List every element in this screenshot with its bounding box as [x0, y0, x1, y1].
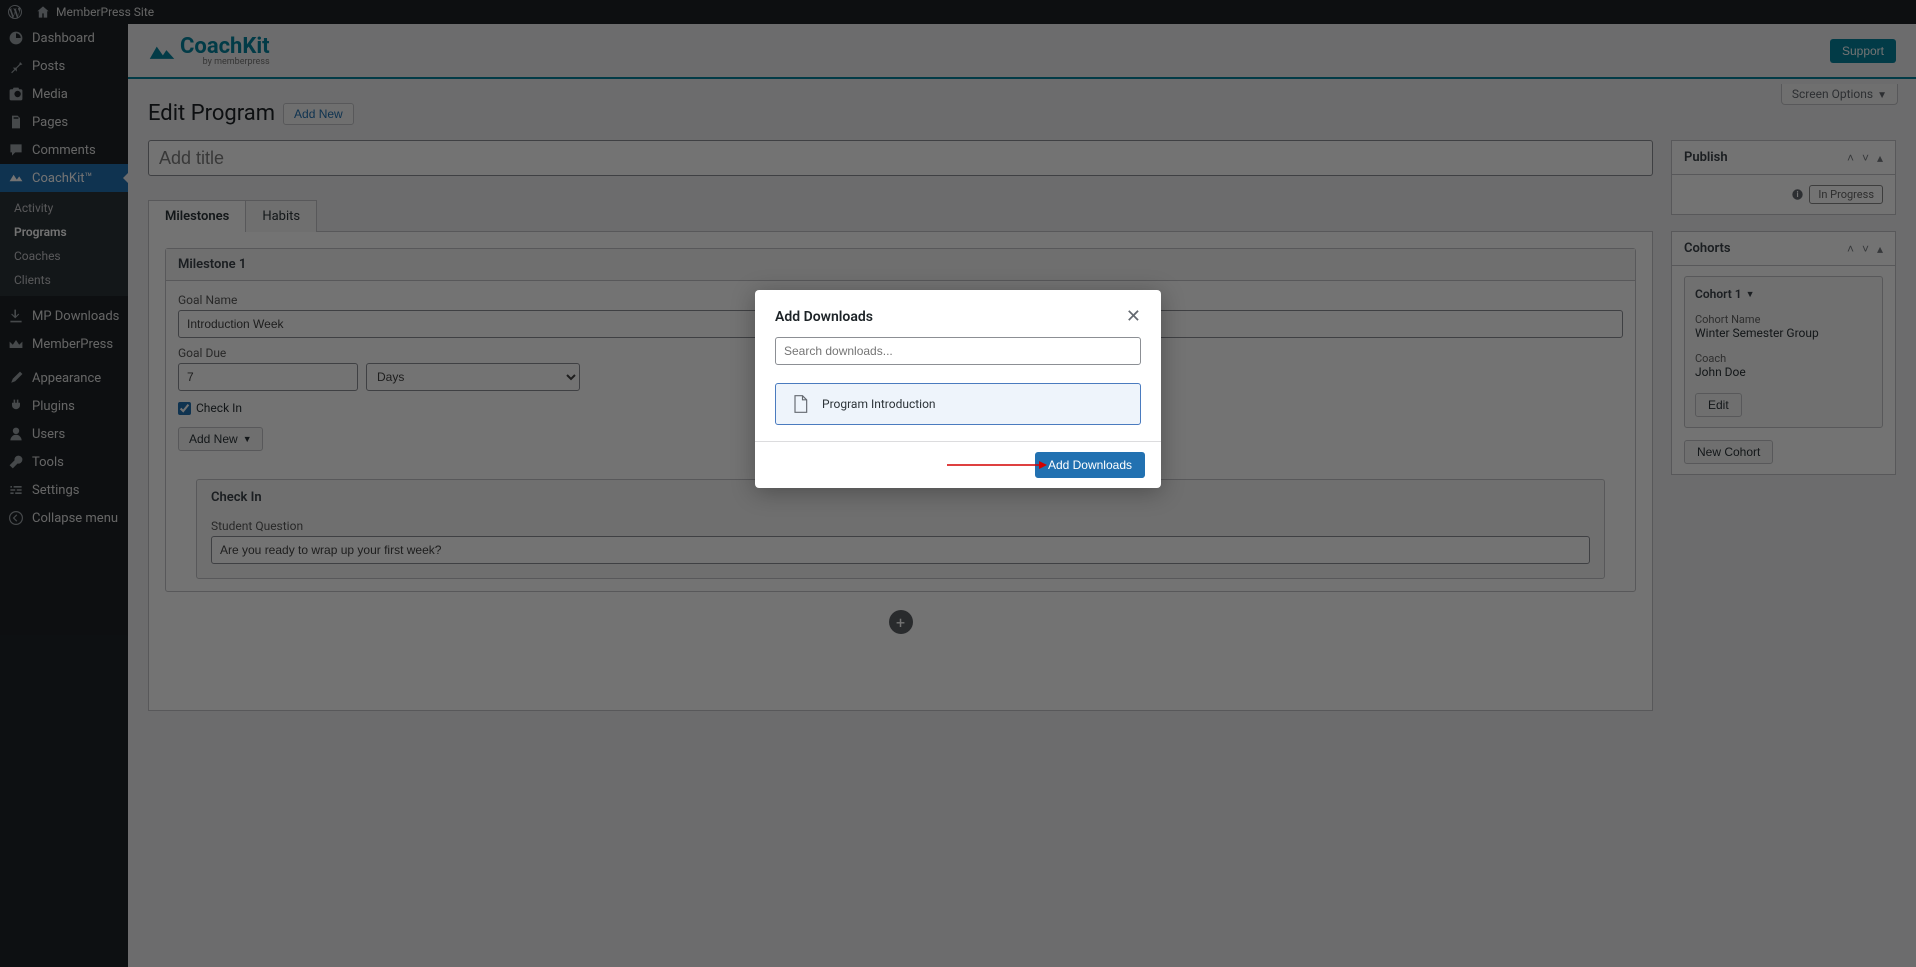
add-downloads-button[interactable]: Add Downloads: [1035, 452, 1145, 478]
search-downloads-input[interactable]: [775, 337, 1141, 365]
close-button[interactable]: ✕: [1126, 306, 1141, 327]
add-downloads-modal: Add Downloads ✕ Program Introduction Add…: [755, 290, 1161, 488]
modal-title: Add Downloads: [775, 309, 873, 325]
annotation-arrow: [947, 459, 1047, 474]
download-item[interactable]: Program Introduction: [775, 383, 1141, 425]
download-item-label: Program Introduction: [822, 397, 936, 411]
file-icon: [790, 394, 810, 414]
close-icon: ✕: [1126, 306, 1141, 326]
